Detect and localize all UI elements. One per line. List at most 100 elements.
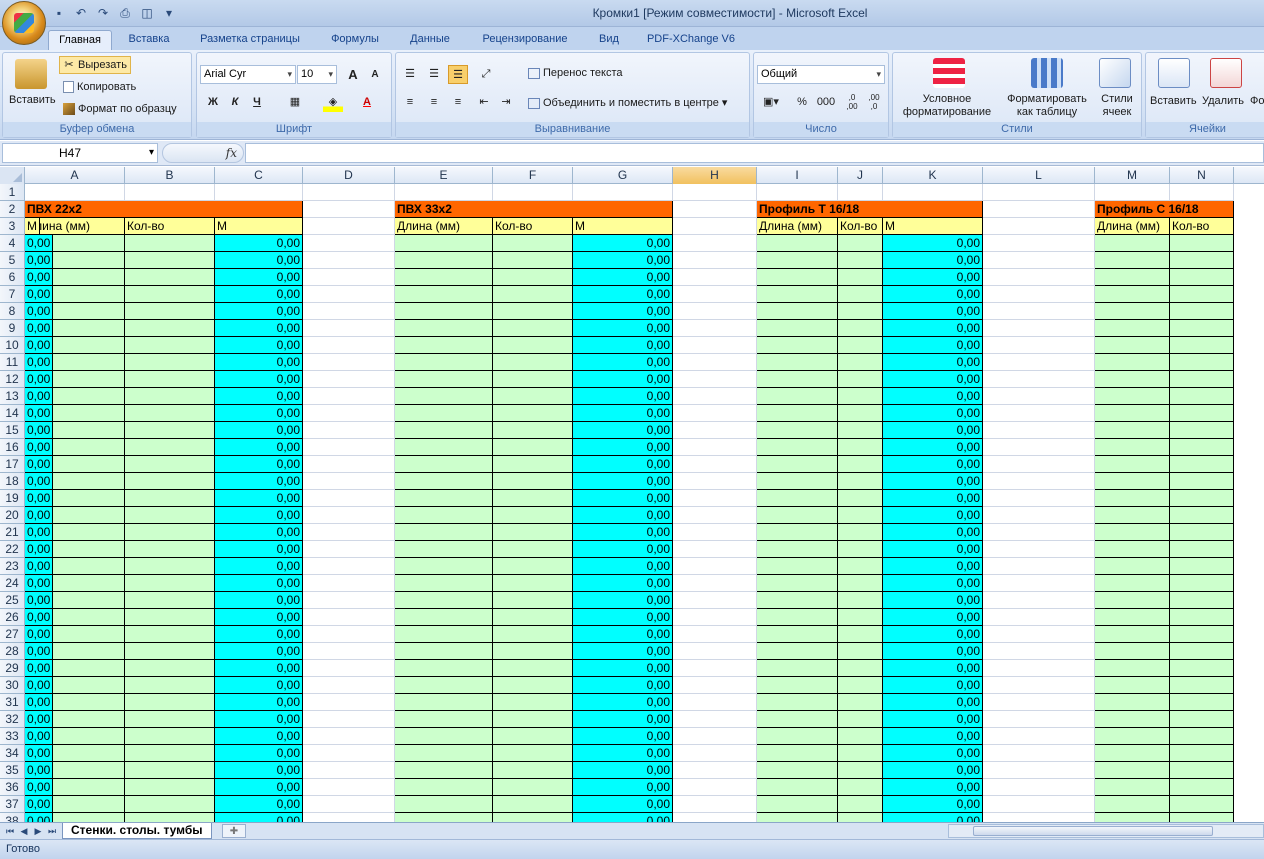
cell[interactable]	[983, 218, 1095, 235]
meters-cell[interactable]: 0,00	[573, 677, 673, 694]
meters-cell[interactable]: 0,00	[573, 303, 673, 320]
quantity-cell[interactable]	[493, 592, 573, 609]
quantity-cell[interactable]	[125, 558, 215, 575]
quantity-cell[interactable]	[838, 592, 883, 609]
length-cell[interactable]	[395, 541, 493, 558]
quantity-cell[interactable]	[125, 728, 215, 745]
cell[interactable]	[303, 201, 395, 218]
meters-cell[interactable]: 0,00	[883, 575, 983, 592]
meters-cell[interactable]: 0,00	[25, 235, 54, 252]
meters-cell[interactable]: 0,00	[215, 660, 303, 677]
length-cell[interactable]	[1095, 456, 1170, 473]
quantity-cell[interactable]	[125, 711, 215, 728]
first-sheet-icon[interactable]: ⏮	[4, 824, 16, 838]
cell[interactable]	[395, 184, 493, 201]
meters-cell[interactable]: 0,00	[573, 575, 673, 592]
meters-cell[interactable]: 0,00	[883, 303, 983, 320]
meters-cell[interactable]: 0,00	[25, 626, 54, 643]
cell[interactable]	[883, 184, 983, 201]
meters-cell[interactable]: 0,00	[883, 728, 983, 745]
length-cell[interactable]	[395, 609, 493, 626]
row-header[interactable]: 3	[0, 218, 25, 235]
cell[interactable]	[983, 286, 1095, 303]
row-header[interactable]: 8	[0, 303, 25, 320]
length-cell[interactable]	[1095, 677, 1170, 694]
meters-cell[interactable]: 0,00	[25, 694, 54, 711]
meters-cell[interactable]: 0,00	[573, 269, 673, 286]
meters-cell[interactable]: 0,00	[215, 422, 303, 439]
bold-button[interactable]: Ж	[203, 93, 223, 112]
quantity-cell[interactable]	[125, 762, 215, 779]
table-header-cell[interactable]: Длина (мм)	[757, 218, 838, 235]
cell[interactable]	[983, 235, 1095, 252]
meters-cell[interactable]: 0,00	[25, 252, 54, 269]
length-cell[interactable]	[757, 813, 838, 822]
column-header-i[interactable]: I	[757, 167, 838, 184]
meters-cell[interactable]: 0,00	[573, 235, 673, 252]
length-cell[interactable]	[1095, 286, 1170, 303]
length-cell[interactable]	[757, 422, 838, 439]
meters-cell[interactable]: 0,00	[883, 490, 983, 507]
cell[interactable]	[303, 439, 395, 456]
meters-cell[interactable]: 0,00	[573, 813, 673, 822]
cell[interactable]	[673, 490, 757, 507]
row-header[interactable]: 16	[0, 439, 25, 456]
row-header[interactable]: 11	[0, 354, 25, 371]
cell[interactable]	[983, 439, 1095, 456]
quantity-cell[interactable]	[125, 575, 215, 592]
row-header[interactable]: 6	[0, 269, 25, 286]
cell[interactable]	[983, 575, 1095, 592]
quantity-cell[interactable]	[493, 490, 573, 507]
meters-cell[interactable]: 0,00	[883, 354, 983, 371]
cell[interactable]	[303, 796, 395, 813]
length-cell[interactable]	[395, 252, 493, 269]
align-middle-icon[interactable]: ☰	[424, 65, 444, 84]
quantity-cell[interactable]	[493, 677, 573, 694]
row-header[interactable]: 13	[0, 388, 25, 405]
meters-cell[interactable]: 0,00	[215, 575, 303, 592]
meters-cell[interactable]: 0,00	[25, 371, 54, 388]
quantity-cell[interactable]	[125, 269, 215, 286]
meters-cell[interactable]: 0,00	[215, 456, 303, 473]
quantity-cell[interactable]	[838, 320, 883, 337]
quantity-cell[interactable]	[1170, 354, 1234, 371]
meters-cell[interactable]: 0,00	[573, 422, 673, 439]
length-cell[interactable]	[757, 371, 838, 388]
meters-cell[interactable]: 0,00	[573, 660, 673, 677]
cell[interactable]	[303, 524, 395, 541]
length-cell[interactable]	[395, 524, 493, 541]
quantity-cell[interactable]	[838, 813, 883, 822]
quantity-cell[interactable]	[1170, 643, 1234, 660]
length-cell[interactable]	[395, 813, 493, 822]
cell[interactable]	[673, 269, 757, 286]
fill-color-icon[interactable]: ◈	[323, 93, 343, 112]
cell[interactable]	[983, 184, 1095, 201]
meters-cell[interactable]: 0,00	[883, 592, 983, 609]
cell[interactable]	[983, 303, 1095, 320]
cell[interactable]	[673, 660, 757, 677]
increase-indent-icon[interactable]: ⇥	[496, 93, 516, 112]
length-cell[interactable]	[395, 762, 493, 779]
column-header-c[interactable]: C	[215, 167, 303, 184]
cell[interactable]	[303, 269, 395, 286]
length-cell[interactable]	[757, 796, 838, 813]
quantity-cell[interactable]	[125, 813, 215, 822]
length-cell[interactable]	[757, 354, 838, 371]
meters-cell[interactable]: 0,00	[25, 405, 54, 422]
meters-cell[interactable]: 0,00	[573, 507, 673, 524]
table-header-cell[interactable]: М	[25, 218, 40, 235]
length-cell[interactable]	[1095, 252, 1170, 269]
cell[interactable]	[303, 813, 395, 822]
meters-cell[interactable]: 0,00	[883, 541, 983, 558]
cell[interactable]	[983, 558, 1095, 575]
quantity-cell[interactable]	[838, 507, 883, 524]
meters-cell[interactable]: 0,00	[883, 660, 983, 677]
meters-cell[interactable]: 0,00	[25, 592, 54, 609]
quantity-cell[interactable]	[125, 609, 215, 626]
meters-cell[interactable]: 0,00	[25, 439, 54, 456]
row-header[interactable]: 34	[0, 745, 25, 762]
length-cell[interactable]	[395, 694, 493, 711]
length-cell[interactable]	[395, 592, 493, 609]
quantity-cell[interactable]	[493, 507, 573, 524]
meters-cell[interactable]: 0,00	[573, 728, 673, 745]
